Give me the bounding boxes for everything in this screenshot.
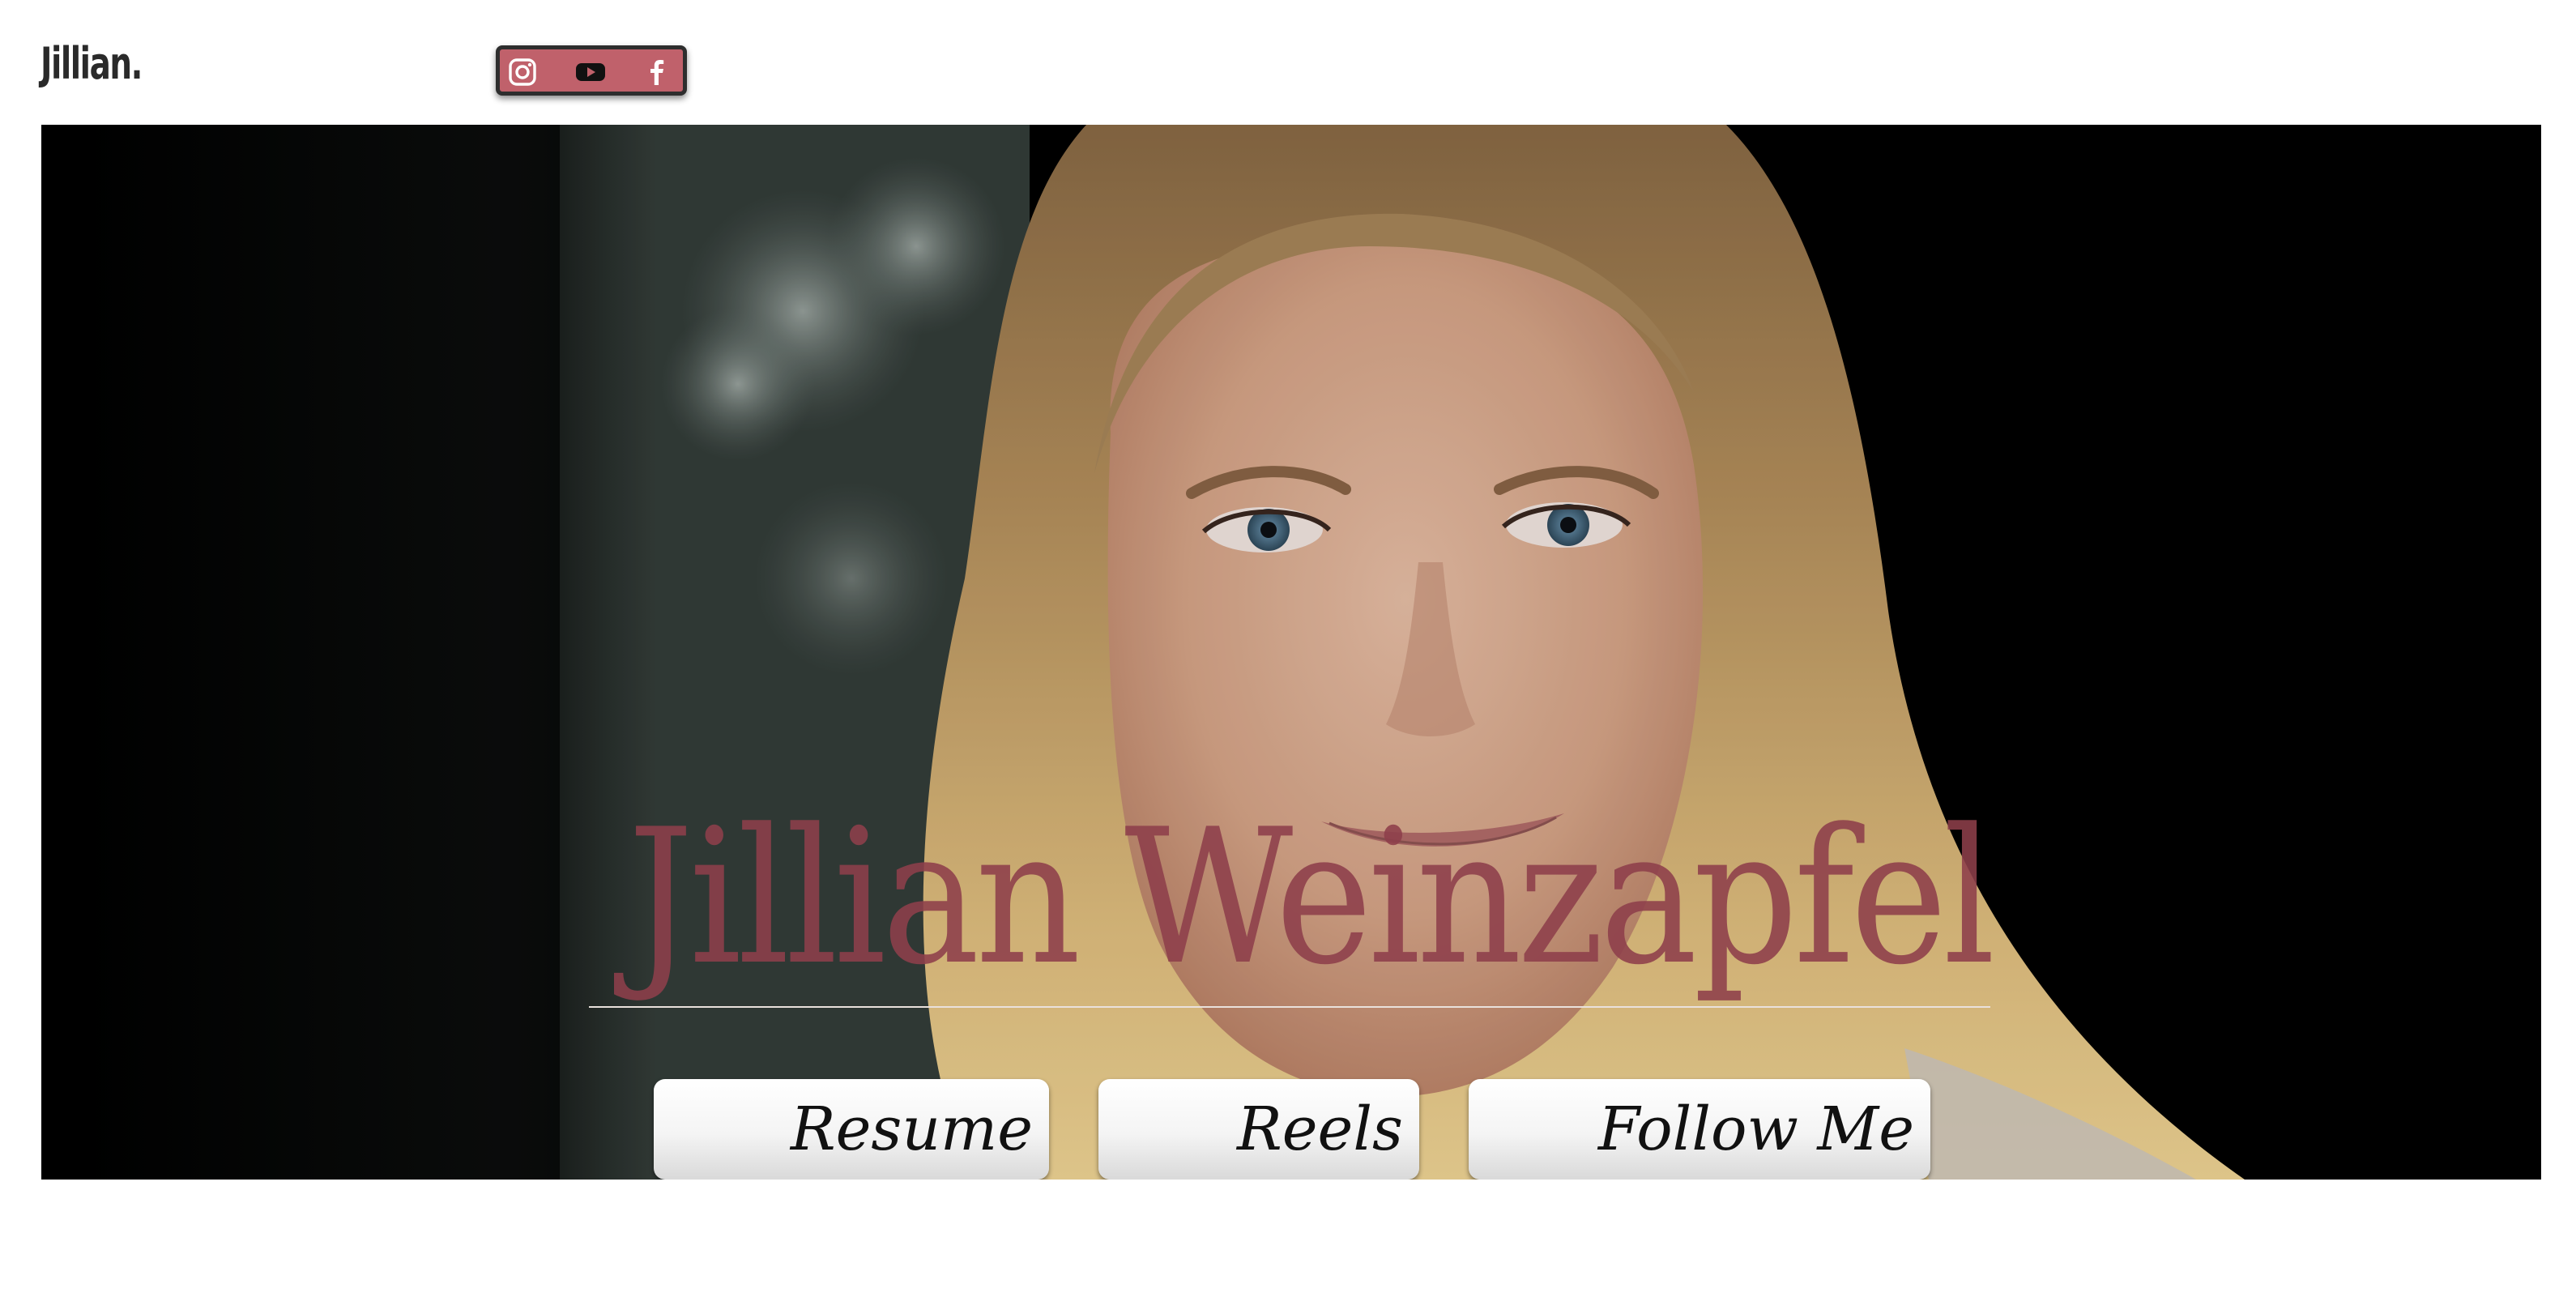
resume-button[interactable]: Resume <box>654 1079 1049 1180</box>
hero-divider <box>589 1006 1990 1008</box>
site-logo[interactable]: Jillian. <box>41 42 143 86</box>
follow-me-button[interactable]: Follow Me <box>1469 1079 1930 1180</box>
instagram-icon[interactable] <box>506 56 539 88</box>
hero-banner: Jillian Weinzapfel Resume Reels Follow M… <box>41 125 2541 1180</box>
youtube-icon[interactable] <box>574 56 607 88</box>
social-bar <box>496 45 687 96</box>
facebook-icon[interactable] <box>641 56 673 88</box>
hero-name-title: Jillian Weinzapfel <box>628 790 1995 1006</box>
reels-button[interactable]: Reels <box>1098 1079 1419 1180</box>
hero-portrait-photo <box>41 125 2541 1180</box>
